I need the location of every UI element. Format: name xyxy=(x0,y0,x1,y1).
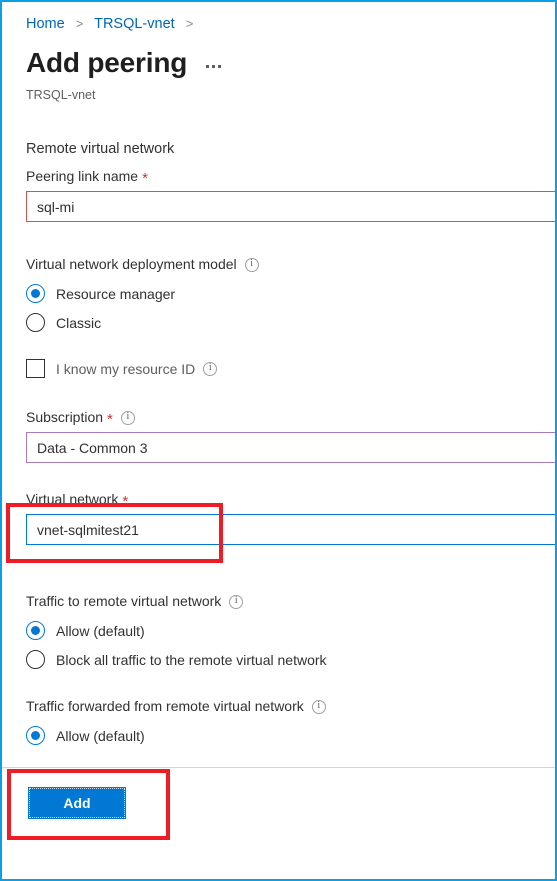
virtual-network-label: Virtual network * xyxy=(26,489,555,510)
subscription-label-text: Subscription xyxy=(26,409,104,425)
radio-label-traffic-block: Block all traffic to the remote virtual … xyxy=(56,651,327,668)
traffic-to-remote-label-text: Traffic to remote virtual network xyxy=(26,593,222,609)
radio-option-traffic-allow[interactable]: Allow (default) xyxy=(26,616,555,645)
peering-link-name-input[interactable] xyxy=(26,191,555,222)
screenshot-frame: Home > TRSQL-vnet > Add peering TRSQL-vn… xyxy=(0,0,557,881)
subscription-label: Subscription * i xyxy=(26,407,555,428)
more-options-icon[interactable] xyxy=(204,61,223,72)
required-asterisk-virtual-network: * xyxy=(122,492,129,510)
radio-label-classic: Classic xyxy=(56,314,102,331)
checkbox-label-resource-id: I know my resource ID xyxy=(56,360,196,377)
virtual-network-label-text: Virtual network xyxy=(26,491,119,507)
add-button-label: Add xyxy=(63,795,91,811)
info-icon-traffic-forwarded[interactable]: i xyxy=(311,699,326,714)
virtual-network-dropdown[interactable] xyxy=(26,514,555,545)
breadcrumb-chevron-icon: > xyxy=(75,16,84,31)
radio-label-forwarded-allow: Allow (default) xyxy=(56,727,145,744)
required-asterisk: * xyxy=(142,169,148,187)
checkbox-icon-resource-id xyxy=(26,359,45,378)
peering-link-name-label: Peering link name * xyxy=(26,166,555,187)
info-icon-deployment-model[interactable]: i xyxy=(244,257,259,272)
deployment-model-label: Virtual network deployment model i xyxy=(26,254,555,275)
required-asterisk-subscription: * xyxy=(107,410,113,428)
title-row: Add peering xyxy=(26,46,223,80)
peering-link-name-label-text: Peering link name xyxy=(26,168,139,184)
info-icon-traffic-to-remote[interactable]: i xyxy=(229,594,244,609)
info-icon-subscription[interactable]: i xyxy=(120,410,135,425)
radio-option-classic[interactable]: Classic xyxy=(26,308,555,337)
traffic-to-remote-label: Traffic to remote virtual network i xyxy=(26,591,555,612)
radio-icon-classic xyxy=(26,313,45,332)
radio-option-forwarded-allow[interactable]: Allow (default) xyxy=(26,721,555,750)
traffic-forwarded-label: Traffic forwarded from remote virtual ne… xyxy=(26,696,555,717)
radio-label-traffic-allow: Allow (default) xyxy=(56,622,145,639)
breadcrumb-item-trsql-vnet[interactable]: TRSQL-vnet xyxy=(94,16,175,32)
radio-icon-traffic-allow xyxy=(26,621,45,640)
breadcrumb: Home > TRSQL-vnet > xyxy=(26,14,200,34)
radio-label-resource-manager: Resource manager xyxy=(56,285,176,302)
radio-icon-resource-manager xyxy=(26,284,45,303)
info-icon-resource-id[interactable]: i xyxy=(203,361,218,376)
checkbox-option-resource-id[interactable]: I know my resource ID i xyxy=(26,354,555,383)
radio-icon-traffic-block xyxy=(26,650,45,669)
footer-divider xyxy=(2,767,555,768)
page-subtitle: TRSQL-vnet xyxy=(26,88,96,102)
radio-icon-forwarded-allow xyxy=(26,726,45,745)
subscription-dropdown[interactable] xyxy=(26,432,555,463)
deployment-model-label-text: Virtual network deployment model xyxy=(26,256,237,272)
breadcrumb-chevron-icon-2: > xyxy=(185,16,194,31)
radio-option-traffic-block[interactable]: Block all traffic to the remote virtual … xyxy=(26,645,555,674)
add-peering-form: Remote virtual network Peering link name… xyxy=(26,138,555,750)
section-heading-remote-virtual-network: Remote virtual network xyxy=(26,141,175,157)
page-title: Add peering xyxy=(26,47,188,78)
breadcrumb-item-home[interactable]: Home xyxy=(26,16,65,32)
radio-option-resource-manager[interactable]: Resource manager xyxy=(26,279,555,308)
add-button[interactable]: Add xyxy=(28,787,126,819)
azure-blade-add-peering: Home > TRSQL-vnet > Add peering TRSQL-vn… xyxy=(2,2,555,879)
traffic-forwarded-label-text: Traffic forwarded from remote virtual ne… xyxy=(26,698,304,714)
